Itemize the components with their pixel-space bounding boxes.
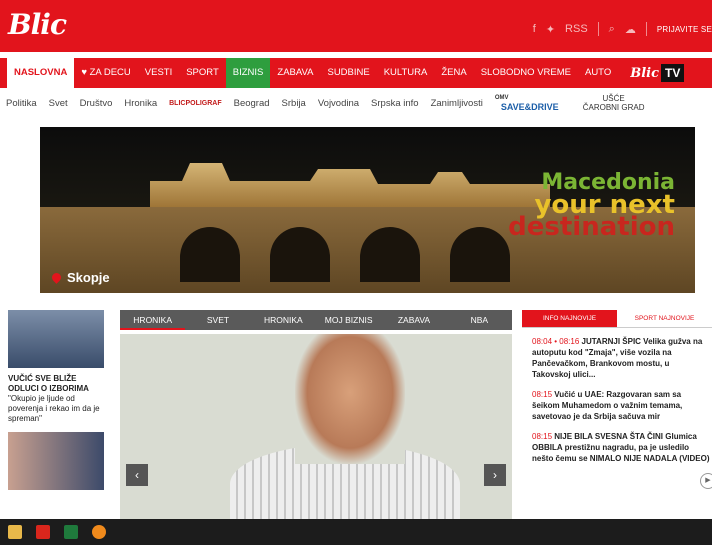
excel-icon[interactable]	[64, 525, 78, 539]
carousel-prev-button[interactable]: ‹	[126, 464, 148, 486]
news-item[interactable]: 08:04 • 08:16 JUTARNJI ŠPIC Velika gužva…	[532, 336, 710, 380]
news-caption[interactable]: VUČIĆ SVE BLIŽE ODLUCI O IZBORIMA "Okupi…	[8, 374, 106, 424]
blic-poligraf-link[interactable]: BLICPOLIGRAF	[163, 100, 228, 107]
blic-logo[interactable]: Blic	[8, 8, 67, 41]
subnav-politika[interactable]: Politika	[0, 98, 43, 109]
latest-tabs: INFO NAJNOVIJE SPORT NAJNOVIJE	[522, 310, 712, 328]
slogan-line-3: destination	[508, 212, 675, 242]
blic-tv-link[interactable]: Blic TV	[630, 64, 685, 82]
news-time: 08:15	[532, 390, 553, 399]
twitter-icon[interactable]: ✦	[546, 23, 555, 36]
nav-zena[interactable]: ŽENA	[434, 58, 473, 88]
bridge-arch	[270, 227, 330, 282]
sub-nav: Politika Svet Društvo Hronika BLICPOLIGR…	[0, 92, 712, 114]
divider	[597, 22, 599, 36]
search-icon[interactable]: ⌕	[609, 23, 615, 36]
nav-zabava[interactable]: ZABAVA	[270, 58, 320, 88]
news-text: NIJE BILA SVESNA ŠTA ČINI Glumica OBBILA…	[532, 432, 710, 463]
news-time: 08:04 • 08:16	[532, 337, 580, 346]
caption-text: "Okupio je ljude od poverenja i rekao im…	[8, 394, 100, 423]
share-icon[interactable]: ▶	[700, 473, 712, 489]
nav-slobodno-vreme[interactable]: SLOBODNO VREME	[474, 58, 578, 88]
save-and-drive-link[interactable]: OMV SAVE&DRIVE	[489, 94, 571, 112]
file-explorer-icon[interactable]	[8, 525, 22, 539]
rss-link[interactable]: RSS	[565, 23, 588, 35]
bridge-arch	[180, 227, 240, 282]
login-link[interactable]: PRIJAVITE SE	[657, 25, 712, 34]
carobni-grad-label: ČAROBNI GRAD	[582, 103, 645, 112]
weather-icon[interactable]: ☁	[625, 23, 636, 36]
nav-auto[interactable]: AUTO	[578, 58, 618, 88]
subnav-beograd[interactable]: Beograd	[228, 98, 276, 109]
news-item[interactable]: 08:15 Vučić u UAE: Razgovaran sam sa šei…	[532, 389, 710, 422]
subnav-srpska-info[interactable]: Srpska info	[365, 98, 425, 109]
main-nav: NASLOVNA ♥ ZA DECU VESTI SPORT BIZNIS ZA…	[0, 58, 712, 88]
bridge-arch	[360, 227, 420, 282]
pdf-reader-icon[interactable]	[36, 525, 50, 539]
nav-za-decu[interactable]: ♥ ZA DECU	[74, 58, 137, 88]
ad-banner-macedonia[interactable]: Macedonia your next destination Skopje	[40, 127, 695, 293]
nav-sudbine[interactable]: SUDBINE	[320, 58, 376, 88]
category-tabs: HRONIKA SVET HRONIKA MOJ BIZNIS ZABAVA N…	[120, 310, 512, 330]
news-thumbnail-2[interactable]	[8, 432, 104, 490]
tab-svet[interactable]: SVET	[185, 310, 250, 330]
nav-naslovna[interactable]: NASLOVNA	[7, 58, 75, 88]
tab-hronika-2[interactable]: HRONIKA	[251, 310, 316, 330]
save-drive-label: SAVE&DRIVE	[500, 102, 559, 112]
news-thumbnail[interactable]	[8, 310, 104, 368]
nav-biznis[interactable]: BIZNIS	[225, 58, 271, 88]
subnav-srbija[interactable]: Srbija	[276, 98, 312, 109]
news-list: 08:04 • 08:16 JUTARNJI ŠPIC Velika gužva…	[532, 336, 710, 464]
top-header-bar: Blic f ✦ RSS ⌕ ☁ PRIJAVITE SE	[0, 0, 712, 52]
subnav-drustvo[interactable]: Društvo	[74, 98, 119, 109]
hero-image[interactable]: ‹ ›	[120, 334, 512, 519]
nav-kultura[interactable]: KULTURA	[377, 58, 435, 88]
bridge-arch	[450, 227, 510, 282]
tab-moj-biznis[interactable]: MOJ BIZNIS	[316, 310, 381, 330]
blic-tv-logo: Blic	[630, 65, 659, 81]
facebook-icon[interactable]: f	[533, 23, 536, 35]
nav-vesti[interactable]: VESTI	[138, 58, 179, 88]
top-icons: f ✦ RSS ⌕ ☁ PRIJAVITE SE	[533, 20, 712, 38]
news-time: 08:15	[532, 432, 553, 441]
tab-sport-najnovije[interactable]: SPORT NAJNOVIJE	[617, 310, 712, 328]
carousel-next-button[interactable]: ›	[484, 464, 506, 486]
latest-news-panel: INFO NAJNOVIJE SPORT NAJNOVIJE 08:04 • 0…	[522, 310, 712, 473]
nav-sport[interactable]: SPORT	[179, 58, 226, 88]
subnav-vojvodina[interactable]: Vojvodina	[312, 98, 365, 109]
tab-nba[interactable]: NBA	[447, 310, 512, 330]
banner-slogan: Macedonia your next destination	[508, 172, 675, 242]
os-taskbar	[0, 519, 712, 545]
usce-link[interactable]: UŠĆE ČAROBNI GRAD	[571, 94, 657, 112]
tab-zabava[interactable]: ZABAVA	[381, 310, 446, 330]
usce-label: UŠĆE	[602, 94, 625, 103]
subnav-zanimljivosti[interactable]: Zanimljivosti	[425, 98, 489, 109]
left-column: VUČIĆ SVE BLIŽE ODLUCI O IZBORIMA "Okupi…	[8, 310, 106, 490]
news-item[interactable]: 08:15 NIJE BILA SVESNA ŠTA ČINI Glumica …	[532, 431, 710, 464]
subnav-svet[interactable]: Svet	[43, 98, 74, 109]
location-label: Skopje	[67, 270, 110, 285]
subnav-hronika[interactable]: Hronika	[118, 98, 163, 109]
caption-headline: VUČIĆ SVE BLIŽE ODLUCI O IZBORIMA	[8, 374, 89, 393]
hero-face	[295, 334, 405, 464]
tab-hronika[interactable]: HRONIKA	[120, 310, 186, 330]
location-pin-icon	[50, 271, 63, 284]
tab-info-najnovije[interactable]: INFO NAJNOVIJE	[522, 310, 617, 328]
divider	[645, 22, 647, 36]
firefox-icon[interactable]	[92, 525, 106, 539]
news-text: Vučić u UAE: Razgovaran sam sa šeikom Mu…	[532, 390, 683, 421]
tv-label: TV	[660, 64, 685, 82]
banner-location: Skopje	[50, 270, 110, 285]
